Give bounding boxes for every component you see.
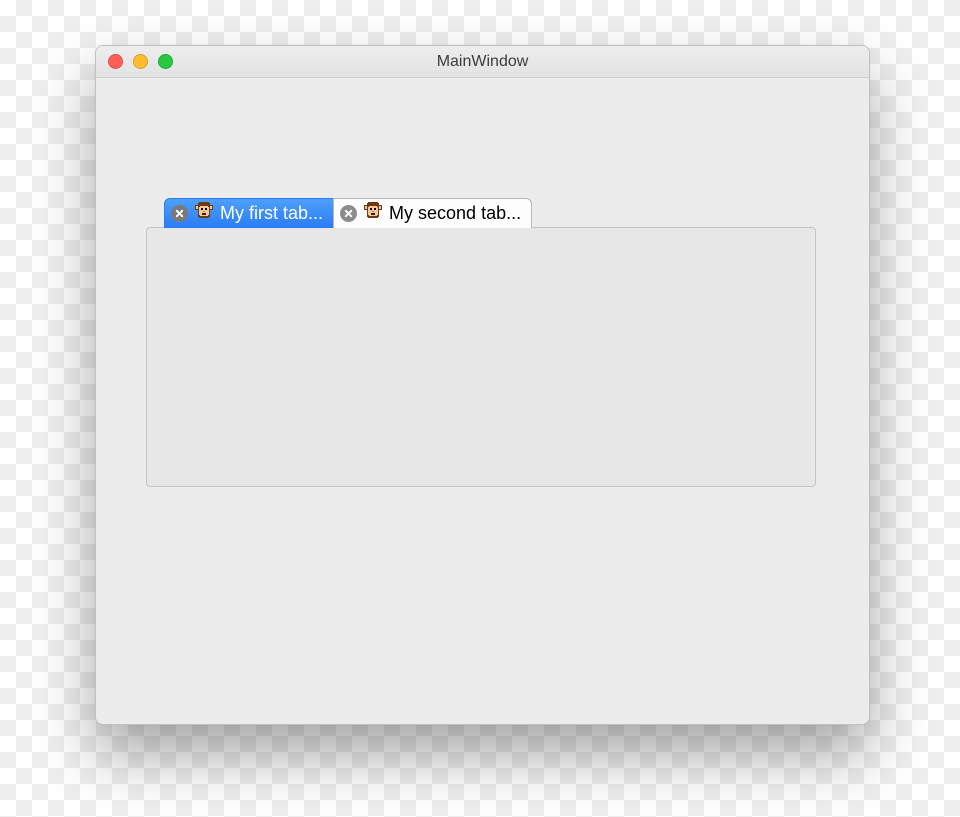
- tab-widget: My first tab...: [146, 198, 816, 487]
- tab-second[interactable]: My second tab...: [333, 198, 532, 228]
- monkey-icon: [363, 201, 383, 226]
- window-content: My first tab...: [96, 78, 869, 487]
- tab-first[interactable]: My first tab...: [164, 198, 333, 228]
- close-window-button[interactable]: [108, 54, 123, 69]
- zoom-window-button[interactable]: [158, 54, 173, 69]
- minimize-window-button[interactable]: [133, 54, 148, 69]
- window-controls: [96, 54, 173, 69]
- tab-label: My first tab...: [220, 203, 323, 224]
- titlebar[interactable]: MainWindow: [96, 46, 869, 78]
- tab-content-pane: [146, 227, 816, 487]
- window-title: MainWindow: [96, 53, 869, 71]
- monkey-icon: [194, 201, 214, 226]
- close-tab-icon[interactable]: [340, 205, 357, 222]
- tab-bar: My first tab...: [164, 198, 816, 228]
- close-tab-icon[interactable]: [171, 205, 188, 222]
- tab-label: My second tab...: [389, 203, 521, 224]
- main-window: MainWindow: [95, 45, 870, 725]
